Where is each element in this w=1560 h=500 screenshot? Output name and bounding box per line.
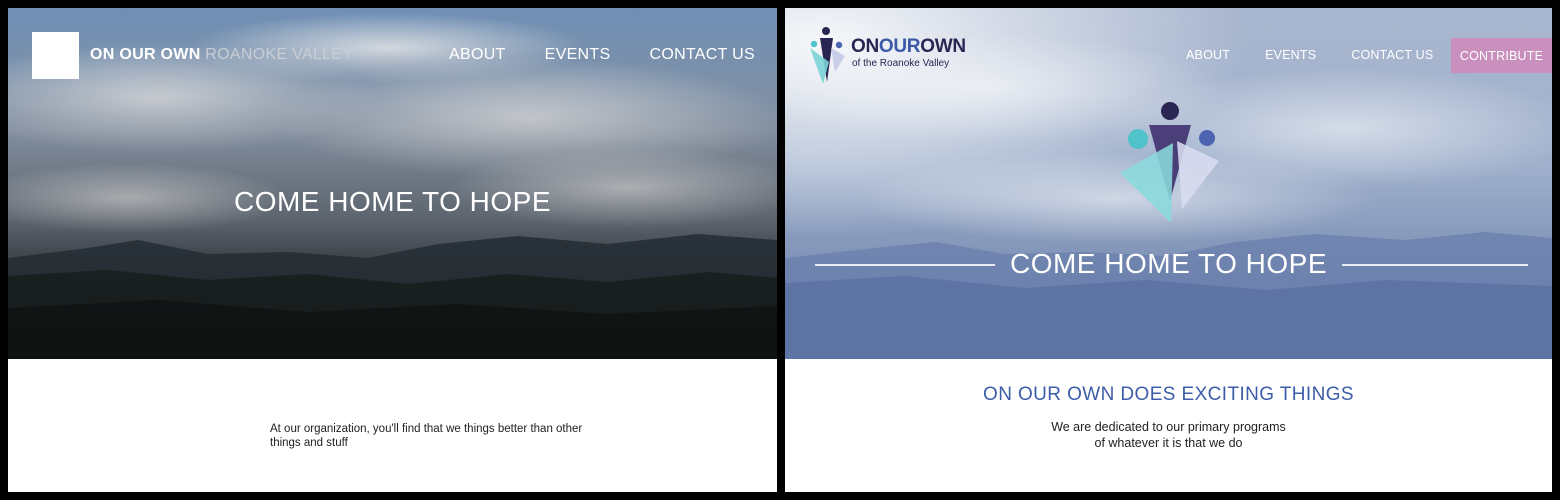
nav-contact-us[interactable]: CONTACT US xyxy=(1351,48,1433,62)
nav-contact-us[interactable]: CONTACT US xyxy=(649,46,755,64)
nav-events[interactable]: EVENTS xyxy=(545,46,611,64)
brand-word-our: OUR xyxy=(878,36,921,57)
right-hero-section: ONOUROWN of the Roanoke Valley ABOUT EVE… xyxy=(785,8,1552,359)
nav-about[interactable]: ABOUT xyxy=(449,46,506,64)
logo-placeholder[interactable] xyxy=(32,32,79,79)
nav-events[interactable]: EVENTS xyxy=(1265,48,1316,62)
brand-word-own: OWN xyxy=(920,36,966,57)
nav-about[interactable]: ABOUT xyxy=(1186,48,1230,62)
section-line-1: We are dedicated to our primary programs xyxy=(1051,420,1286,434)
hero-title: COME HOME TO HOPE xyxy=(233,186,552,217)
site-brand[interactable]: ON OUR OWN ROANOKE VALLEY xyxy=(90,46,353,64)
main-nav: ABOUT EVENTS CONTACT US xyxy=(1186,48,1433,62)
hero-title: COME HOME TO HOPE xyxy=(1009,248,1328,279)
section-body: We are dedicated to our primary programs… xyxy=(785,419,1552,451)
brand-secondary: ROANOKE VALLEY xyxy=(205,46,354,63)
main-nav: ABOUT EVENTS CONTACT US xyxy=(449,46,755,64)
brand-primary: ON OUR OWN xyxy=(90,46,201,63)
brand-wordmark[interactable]: ONOUROWN xyxy=(851,36,966,58)
brand-word-on: ON xyxy=(851,36,879,57)
hero-rule-right xyxy=(1342,264,1528,266)
brand-logo-icon[interactable] xyxy=(805,26,853,86)
section-line-2: of whatever it is that we do xyxy=(1094,436,1243,450)
brand-subtitle: of the Roanoke Valley xyxy=(852,58,950,69)
contribute-button[interactable]: CONTRIBUTE xyxy=(1451,38,1552,73)
right-mockup-panel: ONOUROWN of the Roanoke Valley ABOUT EVE… xyxy=(785,8,1552,492)
hero-rule-left xyxy=(815,264,995,266)
left-mockup-panel: ON OUR OWN ROANOKE VALLEY ABOUT EVENTS C… xyxy=(8,8,777,492)
section-title: ON OUR OWN DOES EXCITING THINGS xyxy=(983,384,1354,405)
left-hero-section: ON OUR OWN ROANOKE VALLEY ABOUT EVENTS C… xyxy=(8,8,777,359)
hero-logo-icon xyxy=(1120,102,1219,223)
intro-text: At our organization, you'll find that we… xyxy=(270,423,583,449)
